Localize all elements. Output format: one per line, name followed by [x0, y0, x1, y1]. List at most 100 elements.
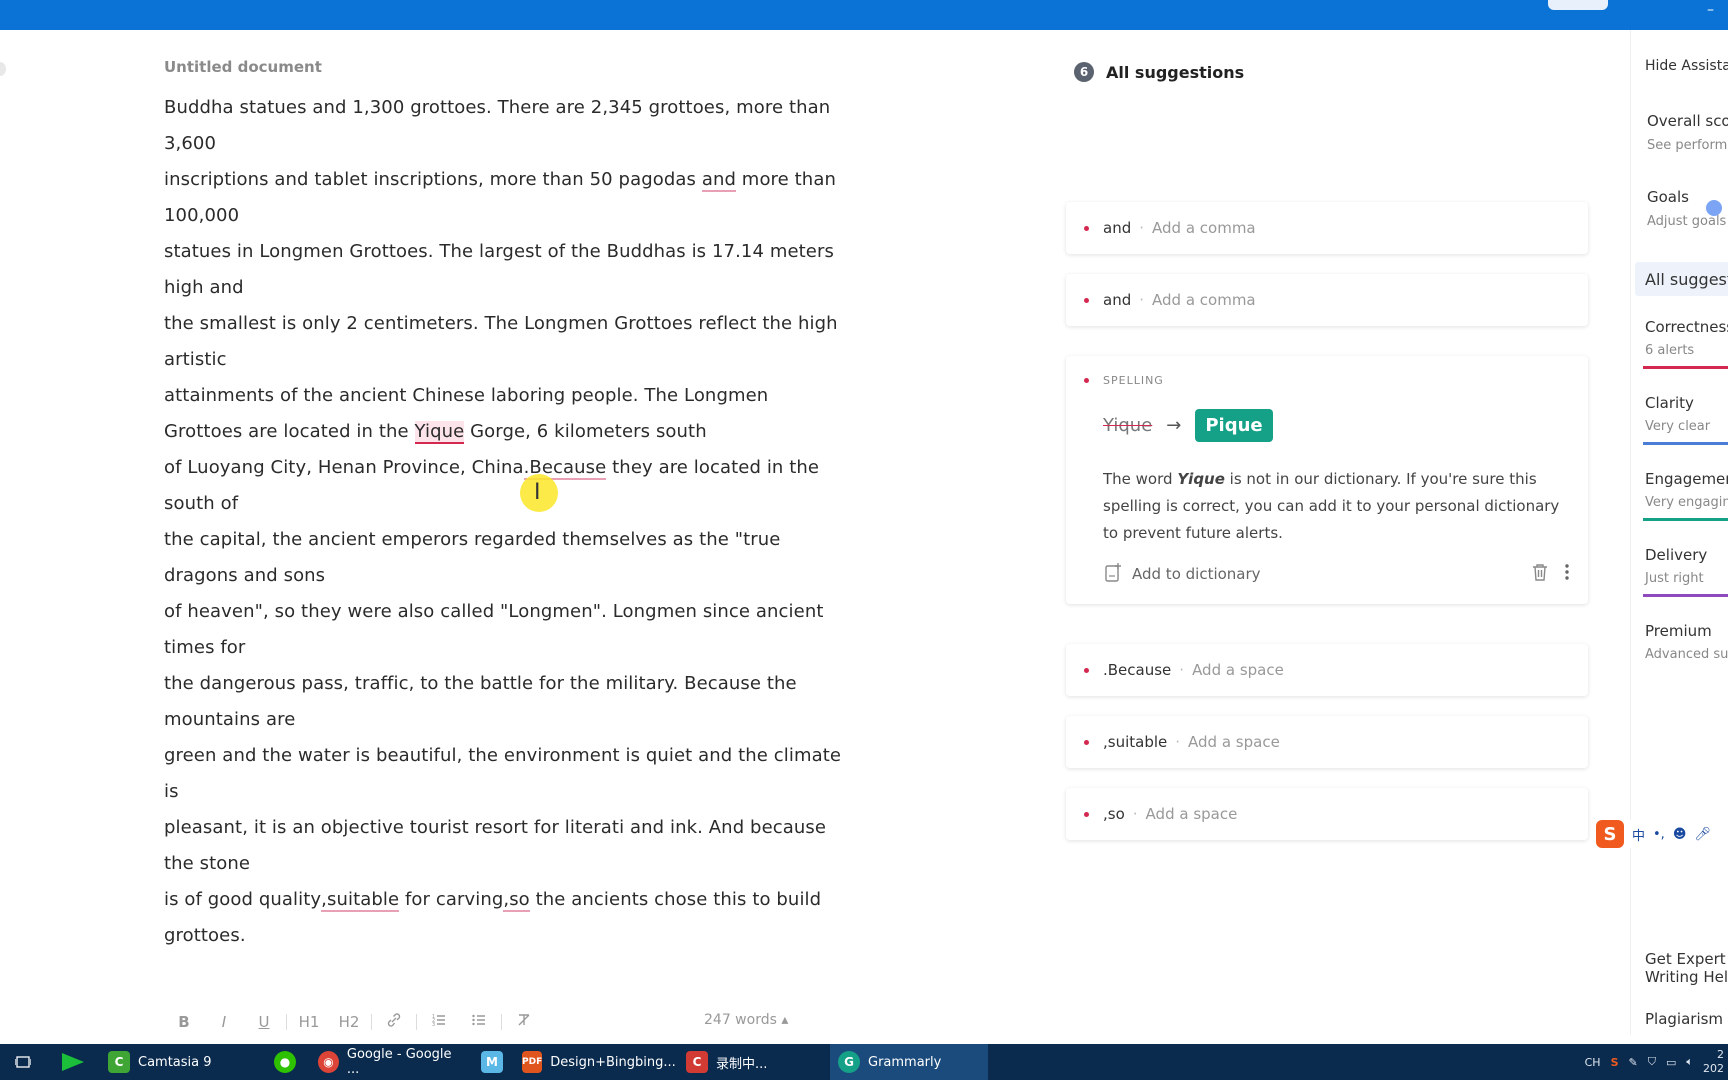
doc-line: 100,000 — [164, 205, 240, 226]
suggestions-header: 6 All suggestions — [1074, 62, 1244, 82]
overall-score-label[interactable]: Overall score — [1647, 112, 1728, 130]
clear-format-icon[interactable] — [504, 1012, 544, 1032]
filter-all-suggestions[interactable]: All suggestions — [1645, 270, 1728, 289]
clock-date: 202 — [1703, 1062, 1724, 1075]
wechat-icon[interactable]: ● — [260, 1044, 310, 1080]
separator: · — [1175, 733, 1181, 751]
separator: · — [1139, 291, 1145, 309]
category-label: SPELLING — [1103, 374, 1164, 387]
doc-line: high and — [164, 277, 244, 298]
filter-engagement[interactable]: Engagement — [1645, 470, 1728, 488]
filter-clarity[interactable]: Clarity — [1645, 394, 1694, 412]
correctness-bar — [1643, 366, 1728, 369]
filter-delivery[interactable]: Delivery — [1645, 546, 1707, 564]
link-icon[interactable] — [374, 1012, 414, 1032]
doc-line: dragons and sons — [164, 565, 326, 586]
suggestion-card[interactable]: ,suitable · Add a space — [1066, 716, 1588, 768]
doc-line: the dangerous pass, traffic, to the batt… — [164, 673, 797, 694]
suggestion-word: .Because — [1103, 661, 1172, 679]
flagged-word-so[interactable]: ,so — [503, 889, 530, 912]
adjust-goals-link[interactable]: Adjust goals — [1647, 214, 1726, 229]
see-performance-link[interactable]: See performance — [1647, 138, 1728, 153]
bullet-list-icon[interactable] — [459, 1012, 499, 1032]
pen-tray-icon[interactable]: ✎ — [1629, 1056, 1638, 1069]
word-count[interactable]: 247 words ▴ — [704, 1012, 788, 1028]
svg-text:3: 3 — [432, 1022, 435, 1028]
alert-dot-icon — [1084, 378, 1089, 383]
flagged-word-and[interactable]: and — [701, 169, 736, 192]
accept-replacement-button[interactable]: Pique — [1195, 409, 1273, 442]
doc-line: the smallest is only 2 centimeters. The … — [164, 313, 838, 334]
taskbar-app-m[interactable]: M — [470, 1044, 514, 1080]
suggestion-hint: Add a comma — [1152, 219, 1256, 237]
sogou-logo-icon[interactable]: S — [1596, 820, 1624, 848]
doc-line: pleasant, it is an objective tourist res… — [164, 817, 827, 838]
window-title-bar: – — [0, 0, 1728, 30]
ime-punct[interactable]: •, — [1653, 827, 1665, 842]
taskbar-app-pdf[interactable]: PDF Design+Bingbing... — [514, 1044, 678, 1080]
taskbar-app-grammarly[interactable]: G Grammarly — [830, 1044, 988, 1080]
suggestion-card[interactable]: and · Add a comma — [1066, 202, 1588, 254]
taskbar-label: Google - Google ... — [346, 1047, 452, 1077]
suggestion-actions: Add to dictionary — [1104, 562, 1570, 586]
input-language[interactable]: CH — [1585, 1056, 1601, 1069]
suggestion-card[interactable]: .Because · Add a space — [1066, 644, 1588, 696]
clock[interactable]: 2 202 — [1703, 1048, 1724, 1076]
doc-line: 3,600 — [164, 133, 217, 154]
flagged-word-suitable[interactable]: ,suitable — [321, 889, 400, 912]
italic-button[interactable]: I — [204, 1013, 244, 1031]
premium-label[interactable]: Premium — [1645, 622, 1712, 640]
microphone-icon[interactable]: 🎤︎ — [1694, 827, 1711, 842]
alert-dot-icon — [1084, 225, 1089, 231]
heading2-button[interactable]: H2 — [329, 1013, 369, 1031]
sidebar-toggle[interactable] — [0, 62, 6, 76]
taskbar-app-recording[interactable]: C 录制中... — [678, 1044, 830, 1080]
doc-line: green and the water is beautiful, the en… — [164, 745, 842, 766]
hide-assistant-button[interactable]: Hide Assistant — [1645, 58, 1728, 74]
doc-line: inscriptions and tablet inscriptions, mo… — [164, 169, 836, 192]
network-icon[interactable]: ▭ — [1666, 1056, 1676, 1069]
alert-dot-icon — [1084, 811, 1089, 817]
suggestions-title: All suggestions — [1106, 62, 1245, 82]
more-options-icon[interactable] — [1564, 563, 1570, 585]
suggestion-hint: Add a comma — [1152, 291, 1256, 309]
add-to-dictionary-button[interactable]: Add to dictionary — [1132, 565, 1261, 583]
emoji-icon[interactable]: ☻ — [1673, 827, 1687, 842]
card-menu — [1532, 563, 1570, 585]
heading1-button[interactable]: H1 — [289, 1013, 329, 1031]
minimize-icon[interactable]: – — [1707, 2, 1714, 18]
flagged-word-yique[interactable]: Yique — [414, 421, 465, 444]
taskbar-app-chrome[interactable]: ◉ Google - Google ... — [310, 1044, 470, 1080]
suggestion-card[interactable]: and · Add a comma — [1066, 274, 1588, 326]
expert-help-line1[interactable]: Get Expert — [1645, 950, 1726, 968]
camtasia-icon: C — [108, 1051, 130, 1073]
doc-line: is of good quality,suitable for carving,… — [164, 889, 822, 912]
ordered-list-icon[interactable]: 123 — [419, 1012, 459, 1032]
recording-handle[interactable] — [1548, 0, 1608, 10]
shield-icon[interactable]: ⛉ — [1648, 1055, 1656, 1069]
arrow-right-icon: → — [1166, 415, 1182, 436]
task-view-icon[interactable] — [0, 1044, 46, 1080]
filter-correctness[interactable]: Correctness — [1645, 318, 1728, 336]
goals-label[interactable]: Goals — [1647, 188, 1689, 206]
expanded-suggestion-card[interactable]: SPELLING Yique → Pique The word Yique is… — [1066, 356, 1588, 604]
trash-icon[interactable] — [1532, 563, 1548, 585]
media-player-icon[interactable] — [46, 1044, 100, 1080]
volume-icon[interactable]: 🔈︎ — [1686, 1055, 1693, 1069]
underline-button[interactable]: U — [244, 1013, 284, 1031]
ime-chinese-mode[interactable]: 中 — [1632, 825, 1645, 844]
delivery-status: Just right — [1645, 571, 1704, 586]
document-title[interactable]: Untitled document — [164, 58, 322, 76]
taskbar-app-camtasia[interactable]: C Camtasia 9 — [100, 1044, 260, 1080]
suggestion-card[interactable]: ,so · Add a space — [1066, 788, 1588, 840]
doc-line: artistic — [164, 349, 227, 370]
bold-button[interactable]: B — [164, 1013, 204, 1031]
suggestion-description: The word Yique is not in our dictionary.… — [1103, 466, 1573, 547]
doc-line: statues in Longmen Grottoes. The largest… — [164, 241, 834, 262]
sogou-tray-icon[interactable]: S — [1611, 1056, 1619, 1069]
document-editor[interactable]: Buddha statues and 1,300 grottoes. There… — [164, 90, 844, 960]
dictionary-icon[interactable] — [1104, 562, 1122, 586]
expert-help-line2[interactable]: Writing Help — [1645, 968, 1728, 986]
taskbar-label: Design+Bingbing... — [550, 1054, 676, 1070]
plagiarism-button[interactable]: Plagiarism — [1645, 1010, 1723, 1028]
